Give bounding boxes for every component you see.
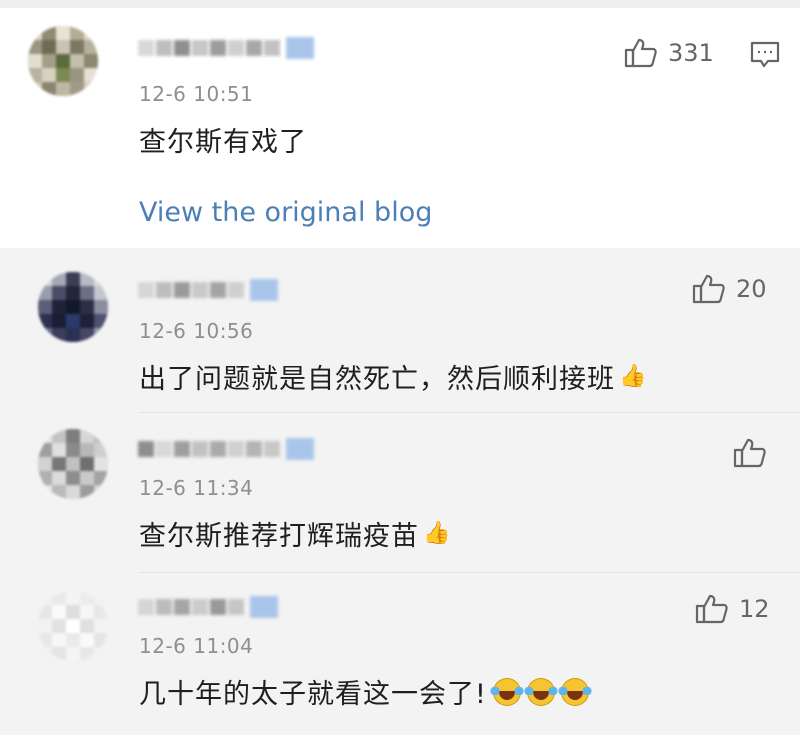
username-blurred[interactable]: [138, 593, 278, 621]
comment-timestamp: 12-6 11:34: [139, 476, 254, 500]
comment-text: 几十年的太子就看这一会了!: [139, 672, 592, 711]
laughing-tears-emoji: [489, 677, 524, 706]
comment-timestamp: 12-6 10:56: [139, 319, 254, 343]
avatar[interactable]: [38, 429, 108, 499]
avatar[interactable]: [28, 26, 98, 96]
laughing-tears-emoji: [557, 677, 592, 706]
avatar[interactable]: [38, 272, 108, 342]
view-original-blog-link[interactable]: View the original blog: [139, 197, 432, 228]
like-count: 20: [736, 275, 767, 303]
like-button[interactable]: 331: [624, 37, 714, 69]
username-blurred[interactable]: [138, 435, 314, 463]
comment-timestamp: 12-6 10:51: [139, 82, 254, 106]
like-count: 331: [668, 39, 714, 67]
user-badge: [286, 37, 314, 59]
comment-text-body: 出了问题就是自然死亡，然后顺利接班: [139, 364, 615, 395]
avatar[interactable]: [38, 591, 108, 661]
thumbs-up-icon: [624, 38, 657, 68]
username-blurred[interactable]: [138, 276, 278, 304]
laughing-tears-emoji: [523, 677, 558, 706]
comment-timestamp: 12-6 11:04: [139, 634, 254, 658]
comment-text-body: 几十年的太子就看这一会了!: [139, 679, 487, 710]
thumbs-up-emoji: 👍: [619, 364, 648, 389]
thumbs-up-icon: [733, 438, 766, 468]
like-count: 12: [739, 595, 770, 623]
thumbs-up-emoji: 👍: [423, 521, 452, 546]
comment-text: 查尔斯推荐打辉瑞疫苗 👍: [139, 514, 451, 553]
like-button[interactable]: [733, 437, 777, 469]
comment-text-body: 查尔斯推荐打辉瑞疫苗: [139, 521, 419, 552]
user-badge: [250, 596, 278, 618]
top-divider-strip: [0, 0, 800, 8]
comment-text: 查尔斯有戏了: [139, 127, 307, 158]
username-blurred[interactable]: [138, 34, 314, 62]
reply-item: 12-6 11:34 查尔斯推荐打辉瑞疫苗 👍: [0, 413, 800, 573]
reply-item: 12-6 11:04 几十年的太子就看这一会了! 12: [0, 573, 800, 735]
reply-item: 12-6 10:56 出了问题就是自然死亡，然后顺利接班 👍 20: [0, 248, 800, 413]
thumbs-up-icon: [695, 594, 728, 624]
like-button[interactable]: 12: [695, 593, 770, 625]
user-badge: [250, 279, 278, 301]
comment-icon[interactable]: [750, 41, 780, 69]
user-badge: [286, 438, 314, 460]
like-button[interactable]: 20: [692, 273, 767, 305]
comment-text: 出了问题就是自然死亡，然后顺利接班 👍: [139, 357, 647, 396]
main-comment-card: 12-6 10:51 查尔斯有戏了 View the original blog…: [0, 8, 800, 248]
thumbs-up-icon: [692, 274, 725, 304]
